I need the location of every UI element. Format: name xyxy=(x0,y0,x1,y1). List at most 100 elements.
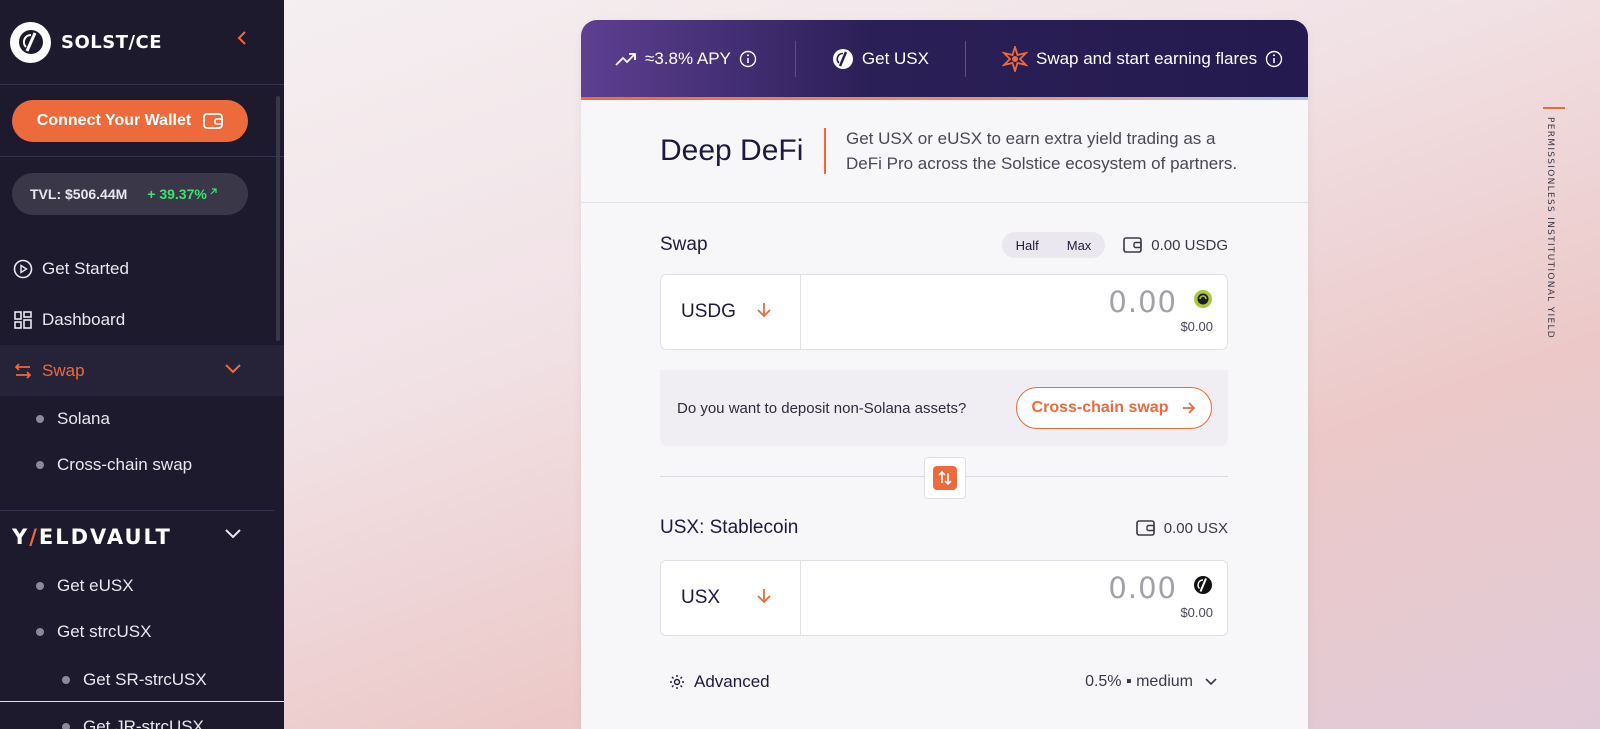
to-token-symbol: USX xyxy=(681,587,721,608)
sidebar-subitem-solana[interactable]: Solana xyxy=(0,396,284,442)
arrow-down-icon xyxy=(757,588,771,609)
swap-from-field: USDG 0.00 $0.00 xyxy=(660,274,1228,350)
brand-name: SOLST/CE xyxy=(61,31,163,53)
sidebar-item-dashboard[interactable]: Dashboard xyxy=(0,294,284,345)
swap-arrows-icon xyxy=(12,360,34,382)
sidebar-nav: Get Started Dashboard Swap Solana Cross-… xyxy=(0,243,284,488)
slippage-selector[interactable]: 0.5% ▪ medium xyxy=(1085,673,1217,691)
receive-title: USX: Stablecoin xyxy=(660,517,799,538)
gear-icon xyxy=(670,675,684,689)
bullet-dot xyxy=(36,461,44,469)
info-icon[interactable] xyxy=(1265,50,1283,68)
sidebar-subitem-get-strcusx[interactable]: Get strcUSX xyxy=(0,609,284,655)
arrow-down-icon xyxy=(757,302,771,323)
dashboard-grid-icon xyxy=(12,309,34,331)
connect-wallet-button[interactable]: Connect Your Wallet xyxy=(12,99,248,142)
max-button[interactable]: Max xyxy=(1053,238,1106,253)
collapse-sidebar-icon[interactable] xyxy=(232,28,252,48)
sidebar-item-swap[interactable]: Swap xyxy=(0,345,284,396)
bullet-dot xyxy=(62,722,70,729)
from-usd-value: $0.00 xyxy=(1180,319,1213,334)
flare-star-icon xyxy=(1001,45,1028,72)
sidebar-item-label: Get Started xyxy=(42,258,129,278)
sidebar-scrollbar[interactable] xyxy=(276,96,280,341)
chevron-down-icon[interactable] xyxy=(224,527,242,545)
play-circle-icon xyxy=(12,258,34,280)
bullet-dot xyxy=(62,675,70,684)
wallet-icon xyxy=(1135,520,1155,536)
sidebar-subitem-label: Cross-chain swap xyxy=(57,455,193,474)
swap-card: ≈3.8% APY Get USX Swap and start earning… xyxy=(581,20,1308,729)
sidebar-subitem-get-eusx[interactable]: Get eUSX xyxy=(0,563,284,609)
cross-chain-swap-button[interactable]: Cross-chain swap xyxy=(1016,387,1212,429)
to-amount-value: 0.00 xyxy=(1108,571,1177,605)
chevron-down-icon xyxy=(1205,678,1217,686)
deep-defi-description: Get USX or eUSX to earn extra yield trad… xyxy=(846,129,1238,173)
receive-balance-value: 0.00 USX xyxy=(1163,519,1228,537)
to-token-selector[interactable]: USX xyxy=(661,561,801,635)
trending-up-icon xyxy=(615,52,636,66)
bullet-dot xyxy=(36,415,44,423)
card-header: ≈3.8% APY Get USX Swap and start earning… xyxy=(581,20,1308,100)
from-amount-input[interactable]: 0.00 $0.00 xyxy=(801,275,1227,349)
sidebar-subitem-cross-chain[interactable]: Cross-chain swap xyxy=(0,442,284,488)
swap-vertical-icon xyxy=(933,466,957,490)
half-button[interactable]: Half xyxy=(1002,238,1053,253)
get-usx-label: Get USX xyxy=(861,48,929,68)
slippage-value: 0.5% ▪ medium xyxy=(1085,673,1193,690)
wallet-icon xyxy=(1123,237,1143,253)
arrow-right-icon xyxy=(1183,402,1196,414)
amount-presets: Half Max xyxy=(1001,232,1106,258)
wallet-icon xyxy=(203,112,224,129)
sidebar-subitem-label: Solana xyxy=(57,409,110,428)
connect-wallet-label: Connect Your Wallet xyxy=(36,111,192,129)
sidebar-subitem-label: Get eUSX xyxy=(57,576,134,595)
receive-header: USX: Stablecoin 0.00 USX xyxy=(660,517,1228,539)
advanced-label: Advanced xyxy=(694,672,770,691)
sidebar-subitem-get-jr-strcusx[interactable]: Get JR-strcUSX xyxy=(0,705,284,729)
chevron-down-icon[interactable] xyxy=(224,360,242,380)
swap-balance-value: 0.00 USDG xyxy=(1151,236,1228,254)
yieldvault-section-toggle[interactable]: Y/ELDVAULT xyxy=(0,511,284,563)
bullet-dot xyxy=(36,628,44,636)
advanced-settings: Advanced 0.5% ▪ medium xyxy=(669,672,1217,692)
usdg-token-icon xyxy=(1193,289,1213,309)
bullet-dot xyxy=(36,582,44,590)
external-arrow-icon xyxy=(210,187,217,194)
info-icon[interactable] xyxy=(739,50,757,68)
flares-segment: Swap and start earning flares xyxy=(1001,45,1283,72)
swap-header: Swap Half Max 0.00 USDG xyxy=(660,232,1228,258)
side-tagline: PERMISSIONLESS INSTITUTIONAL YIELD xyxy=(1543,107,1565,339)
sidebar-subitem-label: Get SR-strcUSX xyxy=(83,669,207,689)
from-token-symbol: USDG xyxy=(681,301,736,322)
receive-balance: 0.00 USX xyxy=(1135,519,1228,537)
sidebar-item-label: Swap xyxy=(42,360,85,380)
header-separator xyxy=(964,40,966,77)
sidebar-item-get-started[interactable]: Get Started xyxy=(0,243,284,294)
switch-direction-button[interactable] xyxy=(924,457,966,499)
tvl-badge: TVL: $506.44M + 39.37% xyxy=(12,173,248,215)
from-token-selector[interactable]: USDG xyxy=(661,275,801,349)
swap-to-field: USX 0.00 $0.00 xyxy=(660,560,1228,636)
from-amount-value[interactable]: 0.00 xyxy=(1108,285,1177,319)
sidebar: SOLST/CE Connect Your Wallet TVL: $506.4… xyxy=(0,0,284,729)
side-tagline-text: PERMISSIONLESS INSTITUTIONAL YIELD xyxy=(1545,117,1555,339)
sidebar-item-label: Dashboard xyxy=(42,309,126,329)
apy-text: ≈3.8% APY xyxy=(645,48,731,68)
accent-divider xyxy=(824,128,826,174)
sidebar-subitem-get-sr-strcusx[interactable]: Get SR-strcUSX xyxy=(0,658,284,702)
cross-chain-question: Do you want to deposit non-Solana assets… xyxy=(677,399,967,417)
solstice-logo-icon[interactable] xyxy=(10,21,51,63)
accent-line xyxy=(1543,107,1565,109)
flares-text: Swap and start earning flares xyxy=(1035,48,1258,68)
get-usx-link[interactable]: Get USX xyxy=(832,48,929,70)
swap-balance: 0.00 USDG xyxy=(1123,236,1228,254)
advanced-toggle[interactable]: Advanced xyxy=(669,672,770,692)
header-separator xyxy=(794,40,796,77)
deep-defi-banner: Deep DeFi Get USX or eUSX to earn extra … xyxy=(581,100,1308,203)
sidebar-subitem-label: Get JR-strcUSX xyxy=(83,716,204,729)
cross-chain-prompt: Do you want to deposit non-Solana assets… xyxy=(660,370,1228,446)
tvl-value: TVL: $506.44M xyxy=(30,186,128,202)
deep-defi-title: Deep DeFi xyxy=(660,134,804,167)
yieldvault-logo: Y/ELDVAULT xyxy=(12,525,172,549)
